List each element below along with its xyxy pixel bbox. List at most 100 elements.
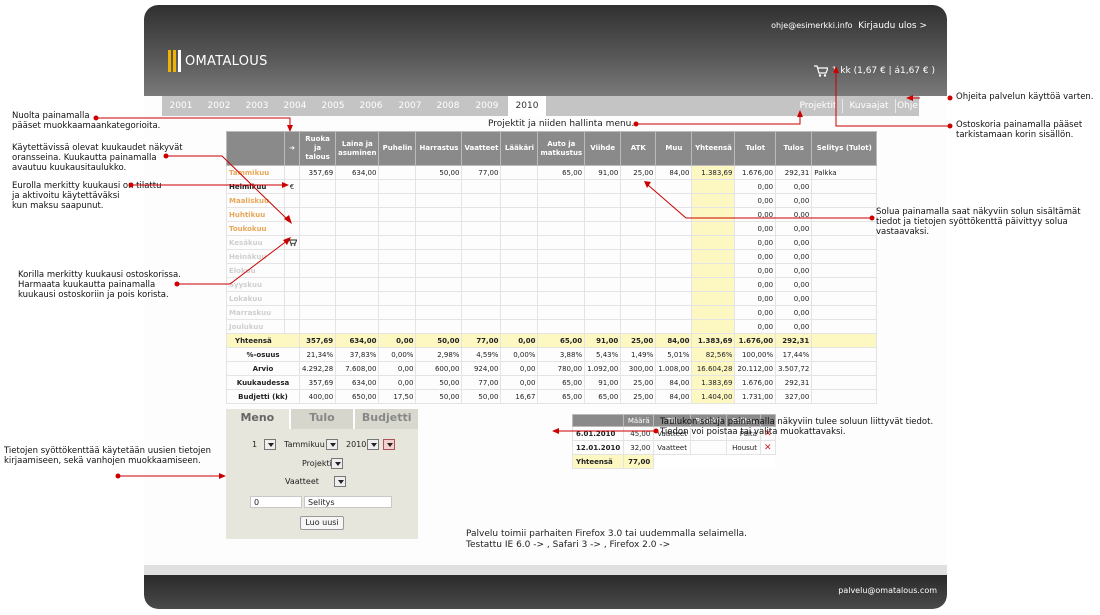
table-cell[interactable] (500, 249, 539, 264)
table-cell[interactable] (461, 207, 502, 222)
table-cell[interactable]: 0,00 (734, 249, 777, 264)
amount-input[interactable]: 0 (250, 496, 302, 508)
month-dropdown[interactable] (326, 439, 338, 450)
table-cell[interactable] (537, 305, 586, 320)
table-row[interactable]: Heinäkuu 0,00 0,00 (226, 249, 878, 264)
table-row[interactable]: 12.01.2010 32,00 Vaatteet Housut ✕ (571, 440, 776, 455)
table-cell[interactable] (584, 235, 622, 250)
table-cell[interactable] (298, 193, 337, 208)
table-cell[interactable] (620, 193, 657, 208)
month-link[interactable]: Kesäkuu (226, 235, 285, 250)
month-link[interactable]: Marraskuu (226, 305, 285, 320)
table-cell[interactable] (415, 235, 463, 250)
year-tab-2003[interactable]: 2003 (238, 96, 276, 116)
table-cell[interactable] (378, 207, 417, 222)
table-cell[interactable] (811, 193, 878, 208)
cart-button[interactable]: 1 kk (1,67 € | á1,67 € ) (813, 65, 935, 77)
table-cell[interactable] (500, 193, 539, 208)
table-cell[interactable] (620, 291, 657, 306)
month-link[interactable]: Heinäkuu (226, 249, 285, 264)
calendar-icon[interactable] (383, 439, 395, 450)
table-cell[interactable] (298, 221, 337, 236)
table-cell[interactable] (500, 277, 539, 292)
table-cell[interactable] (691, 207, 736, 222)
table-cell[interactable] (335, 277, 380, 292)
table-cell[interactable] (620, 207, 657, 222)
table-cell[interactable] (335, 179, 380, 194)
table-cell[interactable] (655, 277, 693, 292)
table-cell[interactable]: 0,00 (775, 235, 813, 250)
table-row[interactable]: Kesäkuu 0,00 0,00 (226, 235, 878, 250)
table-cell[interactable] (378, 249, 417, 264)
table-row[interactable]: Elokuu 0,00 0,00 (226, 263, 878, 278)
logo[interactable]: OMATALOUS (168, 50, 268, 72)
table-cell[interactable] (584, 263, 622, 278)
table-cell[interactable]: 91,00 (584, 165, 622, 180)
table-cell[interactable] (500, 221, 539, 236)
table-cell[interactable] (811, 249, 878, 264)
table-cell[interactable] (584, 207, 622, 222)
table-cell[interactable]: 357,69 (298, 165, 337, 180)
table-cell[interactable]: 0,00 (734, 305, 777, 320)
table-cell[interactable] (461, 277, 502, 292)
table-cell[interactable] (537, 235, 586, 250)
menu-kuvaajat[interactable]: Kuvaajat (843, 96, 895, 116)
month-link[interactable]: Syyskuu (226, 277, 285, 292)
month-link[interactable]: Toukokuu (226, 221, 285, 236)
table-cell[interactable] (691, 291, 736, 306)
table-cell[interactable] (584, 305, 622, 320)
table-cell[interactable] (378, 179, 417, 194)
table-cell[interactable]: 1.383,69 (691, 165, 736, 180)
table-cell[interactable]: 0,00 (734, 277, 777, 292)
table-cell[interactable] (655, 263, 693, 278)
table-cell[interactable]: 0,00 (775, 305, 813, 320)
table-cell[interactable] (537, 319, 586, 334)
table-cell[interactable] (584, 319, 622, 334)
month-link[interactable]: Elokuu (226, 263, 285, 278)
year-tab-2002[interactable]: 2002 (200, 96, 238, 116)
table-cell[interactable] (461, 193, 502, 208)
table-cell[interactable]: 0,00 (734, 319, 777, 334)
table-row[interactable]: Helmikuu €0,00 0,00 (226, 179, 878, 194)
year-tab-2009[interactable]: 2009 (468, 96, 506, 116)
table-cell[interactable]: 0,00 (775, 207, 813, 222)
table-cell[interactable] (811, 235, 878, 250)
table-cell[interactable] (335, 319, 380, 334)
table-cell[interactable] (500, 291, 539, 306)
table-cell[interactable] (378, 165, 417, 180)
table-cell[interactable] (461, 305, 502, 320)
table-cell[interactable]: 634,00 (335, 165, 380, 180)
table-cell[interactable] (415, 249, 463, 264)
table-cell[interactable] (691, 319, 736, 334)
table-cell[interactable] (415, 263, 463, 278)
menu-ohje[interactable]: Ohje (896, 96, 919, 116)
table-cell[interactable] (298, 179, 337, 194)
table-cell[interactable]: 77,00 (461, 165, 502, 180)
table-cell[interactable] (691, 249, 736, 264)
table-cell[interactable]: 0,00 (775, 179, 813, 194)
table-row[interactable]: Tammikuu 357,69 634,00 50,00 77,00 65,00 91,00… (226, 165, 878, 180)
table-cell[interactable] (537, 207, 586, 222)
table-cell[interactable] (335, 305, 380, 320)
table-cell[interactable] (584, 277, 622, 292)
table-cell[interactable] (500, 165, 539, 180)
table-cell[interactable] (620, 319, 657, 334)
table-cell[interactable] (500, 305, 539, 320)
table-row[interactable]: Marraskuu 0,00 0,00 (226, 305, 878, 320)
table-cell[interactable] (378, 305, 417, 320)
table-cell[interactable] (537, 277, 586, 292)
table-cell[interactable]: 0,00 (775, 291, 813, 306)
table-cell[interactable]: 0,00 (734, 221, 777, 236)
menu-projektit[interactable]: Projektit (794, 96, 842, 116)
table-cell[interactable] (335, 221, 380, 236)
category-dropdown[interactable] (334, 476, 346, 487)
table-row[interactable]: Joulukuu 0,00 0,00 (226, 319, 878, 334)
table-cell[interactable] (620, 305, 657, 320)
table-row[interactable]: Maaliskuu 0,00 0,00 (226, 193, 878, 208)
table-cell[interactable] (537, 179, 586, 194)
year-tab-2005[interactable]: 2005 (314, 96, 352, 116)
year-tab-2008[interactable]: 2008 (429, 96, 467, 116)
table-cell[interactable] (461, 221, 502, 236)
month-link[interactable]: Maaliskuu (226, 193, 285, 208)
table-cell[interactable] (461, 235, 502, 250)
